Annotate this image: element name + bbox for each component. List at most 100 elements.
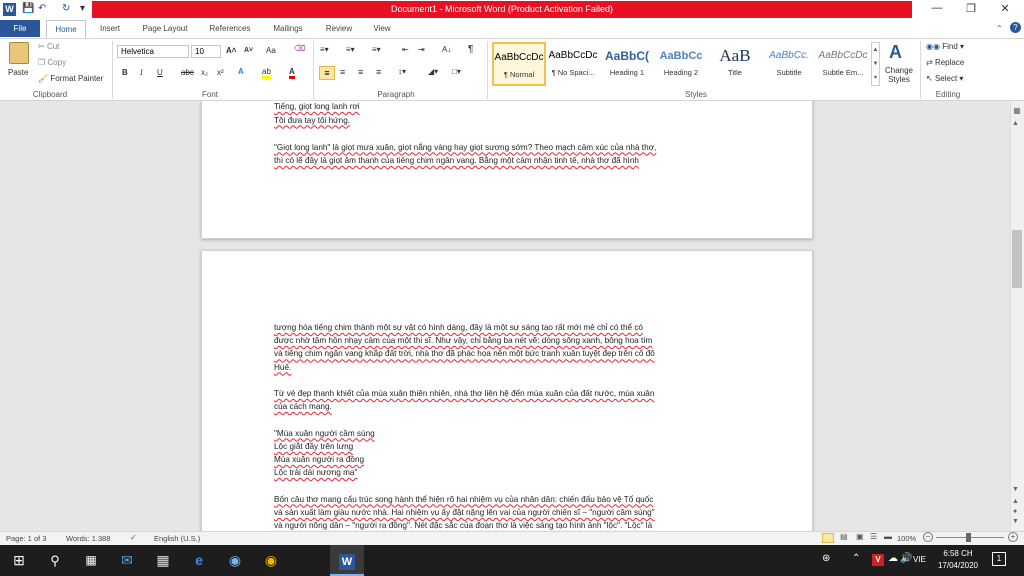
- strikethrough-button[interactable]: abc: [181, 68, 194, 77]
- document-line[interactable]: được nhờ tâm hồn nhạy cảm của một thi sĩ…: [274, 336, 652, 345]
- document-line[interactable]: thì có lẽ đây là giọt âm thanh của tiếng…: [274, 156, 639, 165]
- bold-button[interactable]: B: [122, 68, 128, 77]
- tab-view[interactable]: View: [364, 20, 400, 38]
- scroll-up-icon[interactable]: ▲: [1012, 120, 1019, 127]
- style-heading-2[interactable]: AaBbCc Heading 2: [654, 42, 708, 86]
- grow-font-button[interactable]: A˄: [226, 46, 236, 55]
- superscript-button[interactable]: x²: [217, 68, 224, 77]
- select-button[interactable]: ↖ Select ▾: [926, 74, 963, 83]
- tab-file[interactable]: File: [0, 20, 40, 37]
- volume-icon[interactable]: 🔊: [900, 553, 912, 564]
- antivirus-icon[interactable]: V: [872, 554, 884, 566]
- format-painter-button[interactable]: 🖌 Format Painter: [38, 74, 103, 83]
- store-icon[interactable]: ▦: [146, 545, 180, 576]
- zoom-slider-thumb[interactable]: [966, 533, 971, 542]
- document-line[interactable]: Tiếng, giọt long lanh rơi: [274, 102, 360, 111]
- copy-button[interactable]: ❐ Copy: [38, 58, 66, 67]
- save-icon[interactable]: 💾: [22, 3, 34, 14]
- numbering-icon[interactable]: ≡▾: [346, 45, 355, 54]
- style-normal[interactable]: AaBbCcDc ¶ Normal: [492, 42, 546, 86]
- tab-insert[interactable]: Insert: [92, 20, 128, 38]
- help-icon[interactable]: ?: [1010, 22, 1021, 33]
- full-screen-icon[interactable]: ▤: [840, 532, 848, 541]
- document-area[interactable]: Tiếng, giọt long lanh rơi Tôi đưa tay tôi…: [0, 101, 1010, 531]
- word-logo-icon[interactable]: W: [3, 3, 16, 16]
- zoom-level[interactable]: 100%: [897, 534, 916, 543]
- notifications-icon[interactable]: 1: [992, 552, 1006, 566]
- wifi-icon[interactable]: ☁: [888, 553, 898, 564]
- tab-mailings[interactable]: Mailings: [264, 20, 312, 38]
- bullets-icon[interactable]: ≡▾: [320, 45, 329, 54]
- minimize-ribbon-icon[interactable]: ⌃: [996, 24, 1003, 33]
- tab-home[interactable]: Home: [46, 20, 86, 39]
- word-taskbar-icon[interactable]: W: [330, 545, 364, 576]
- search-icon[interactable]: ⚲: [38, 545, 72, 576]
- decrease-indent-icon[interactable]: ⇤: [402, 45, 409, 54]
- draft-icon[interactable]: ▬: [884, 532, 892, 541]
- zoom-out-icon[interactable]: −: [923, 532, 933, 542]
- browse-object-icon[interactable]: ●: [1013, 508, 1017, 515]
- style-title[interactable]: AaB Title: [708, 42, 762, 86]
- document-line[interactable]: Bốn câu thơ mang cấu trúc song hành thể …: [274, 495, 653, 504]
- undo-icon[interactable]: ↶: [38, 3, 46, 14]
- cut-button[interactable]: ✂ Cut: [38, 42, 59, 51]
- browser-icon[interactable]: ◉: [218, 545, 252, 576]
- page-count[interactable]: Page: 1 of 3: [6, 534, 46, 543]
- scrollbar-thumb[interactable]: [1012, 230, 1022, 288]
- sort-icon[interactable]: A↓: [442, 45, 451, 54]
- find-button[interactable]: ◉◉ Find ▾: [926, 42, 964, 51]
- page-1[interactable]: Tiếng, giọt long lanh rơi Tôi đưa tay tôi…: [201, 101, 813, 239]
- text-effects-icon[interactable]: A: [238, 67, 244, 76]
- document-line[interactable]: Mùa xuân người ra đồng: [274, 455, 364, 464]
- underline-button[interactable]: U: [157, 68, 163, 77]
- people-icon[interactable]: ⊛: [822, 553, 830, 564]
- borders-icon[interactable]: □▾: [452, 67, 461, 76]
- document-line[interactable]: và tiếng chim ngân vang khắp đất trời, n…: [274, 349, 655, 358]
- close-button[interactable]: ✕: [990, 2, 1020, 15]
- ruler-toggle-icon[interactable]: ▦: [1012, 106, 1022, 116]
- multilevel-list-icon[interactable]: ≡▾: [372, 45, 381, 54]
- align-right-icon[interactable]: ≡: [358, 67, 363, 77]
- style-subtitle[interactable]: AaBbCc. Subtitle: [762, 42, 816, 86]
- previous-page-icon[interactable]: ▲: [1012, 498, 1019, 505]
- chrome-icon[interactable]: ◉: [254, 545, 288, 576]
- document-line[interactable]: tượng hóa tiếng chim thành một sự vật có…: [274, 323, 643, 332]
- styles-scroll[interactable]: ▲ ▼ ▾: [871, 42, 880, 86]
- document-line[interactable]: Tôi đưa tay tôi hứng.: [274, 116, 350, 125]
- tab-references[interactable]: References: [202, 20, 258, 38]
- show-formatting-button[interactable]: ¶: [468, 44, 473, 55]
- clock-time[interactable]: 6:58 CH: [941, 549, 975, 558]
- paste-icon[interactable]: [9, 42, 29, 64]
- justify-icon[interactable]: ≡: [376, 67, 381, 77]
- change-case-button[interactable]: Aa: [266, 46, 276, 55]
- paste-button[interactable]: Paste: [8, 68, 28, 77]
- page-2[interactable]: tượng hóa tiếng chim thành một sự vật có…: [201, 250, 813, 531]
- document-line[interactable]: Lộc trải dài nương mạ": [274, 468, 357, 477]
- change-styles-icon[interactable]: A: [889, 42, 902, 63]
- document-line[interactable]: "Mùa xuân người cầm súng: [274, 429, 375, 438]
- font-name-combo[interactable]: Helvetica: [117, 45, 189, 58]
- style-heading-1[interactable]: AaBbC(Heading 1: [600, 42, 654, 86]
- customize-qat-icon[interactable]: ▾: [80, 3, 85, 14]
- web-layout-icon[interactable]: ▣: [856, 532, 864, 541]
- italic-button[interactable]: I: [140, 68, 143, 77]
- shading-icon[interactable]: ◢▾: [428, 67, 438, 76]
- document-line[interactable]: Lộc giắt đầy trên lưng: [274, 442, 353, 451]
- proofing-icon[interactable]: ✓: [130, 533, 137, 542]
- style-no-spacing[interactable]: AaBbCcDc ¶ No Spaci...: [546, 42, 600, 86]
- maximize-button[interactable]: ❐: [956, 2, 986, 15]
- font-color-button[interactable]: A: [289, 67, 295, 79]
- clock-date[interactable]: 17/04/2020: [936, 561, 980, 570]
- document-line[interactable]: Từ vẻ đẹp thanh khiết của mùa xuân thiên…: [274, 389, 654, 398]
- redo-icon[interactable]: ↻: [62, 3, 70, 14]
- zoom-in-icon[interactable]: +: [1008, 532, 1018, 542]
- increase-indent-icon[interactable]: ⇥: [418, 45, 425, 54]
- task-view-icon[interactable]: ▦: [74, 545, 108, 576]
- document-line[interactable]: của cách mạng.: [274, 402, 332, 411]
- align-left-icon[interactable]: ≡: [319, 66, 335, 80]
- word-count[interactable]: Words: 1.388: [66, 534, 110, 543]
- outline-icon[interactable]: ☰: [870, 532, 877, 541]
- language-indicator[interactable]: English (U.S.): [154, 534, 200, 543]
- style-subtle-emphasis[interactable]: AaBbCcDc Subtle Em...: [816, 42, 870, 86]
- highlight-icon[interactable]: ab: [262, 67, 271, 79]
